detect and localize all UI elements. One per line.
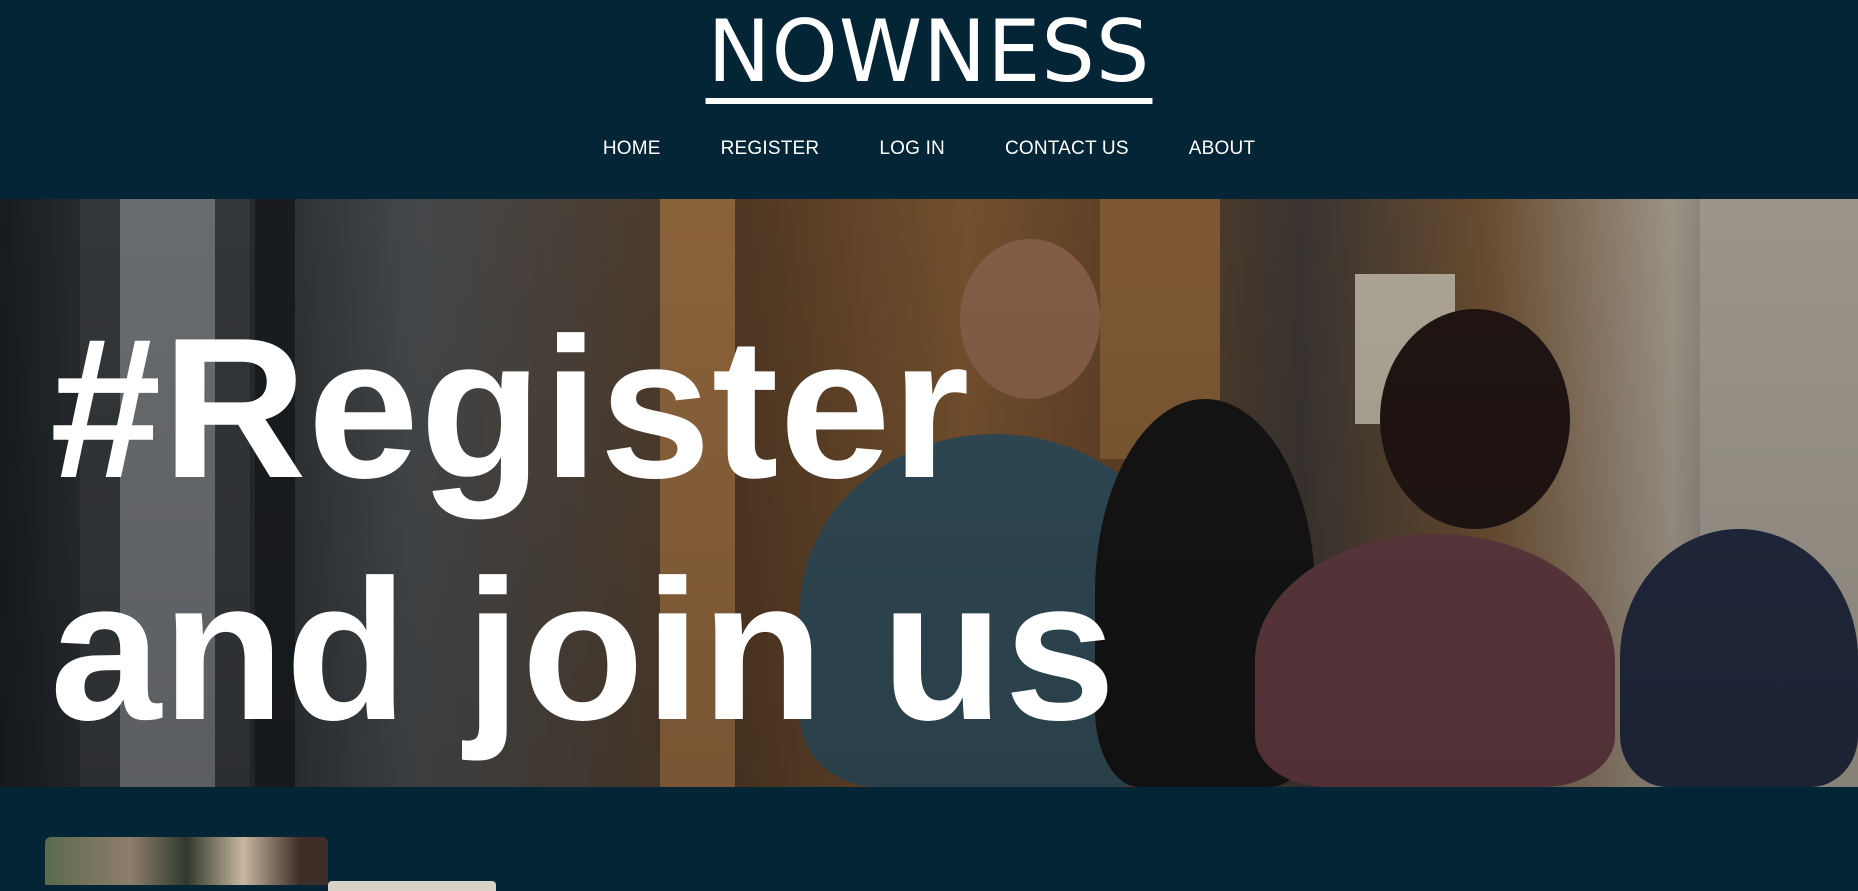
hero-headline: #Register and join us	[50, 288, 1117, 772]
nav-about-link[interactable]: ABOUT	[1189, 138, 1255, 160]
content-section	[0, 787, 1858, 891]
nav-home-link[interactable]: HOME	[603, 138, 661, 160]
site-logo[interactable]: NOWNESS	[0, 6, 1858, 104]
main-nav: HOME REGISTER LOG IN CONTACT US ABOUT	[0, 138, 1858, 160]
hero-banner: #Register and join us	[0, 199, 1858, 787]
nav-register-link[interactable]: REGISTER	[721, 138, 820, 160]
hero-headline-line-2: and join us	[50, 539, 1117, 762]
hero-headline-line-1: #Register	[50, 297, 971, 520]
article-thumbnail-1[interactable]	[45, 837, 328, 885]
site-header: NOWNESS HOME REGISTER LOG IN CONTACT US …	[0, 0, 1858, 199]
nav-login-link[interactable]: LOG IN	[879, 138, 945, 160]
article-thumbnail-2[interactable]	[328, 881, 496, 891]
nav-contact-link[interactable]: CONTACT US	[1005, 138, 1129, 160]
logo-text[interactable]: NOWNESS	[705, 6, 1153, 104]
